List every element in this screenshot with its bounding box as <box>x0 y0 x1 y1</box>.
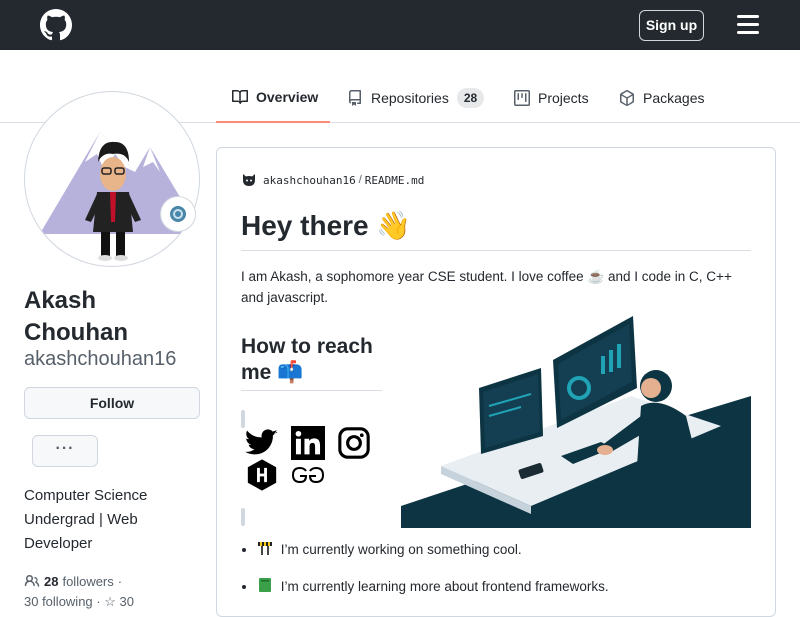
tab-repositories[interactable]: Repositories 28 <box>347 72 485 123</box>
book-icon <box>232 89 248 104</box>
readme-owner-link[interactable]: akashchouhan16 <box>263 174 356 187</box>
readme-title: Hey there 👋 <box>241 206 751 251</box>
follow-button[interactable]: Follow <box>24 387 200 419</box>
avatar-bitmoji-icon <box>25 132 199 266</box>
tab-label: Projects <box>538 89 589 106</box>
profile-name: Akash Chouhan <box>24 287 128 346</box>
repositories-count-badge: 28 <box>456 87 485 108</box>
readme-file-link[interactable]: README.md <box>365 174 425 187</box>
construction-icon <box>258 542 272 555</box>
tab-label: Packages <box>643 89 705 106</box>
followers-count: 28 <box>44 573 59 589</box>
tab-overview[interactable]: Overview <box>216 72 330 123</box>
following-link[interactable]: 30 following · ☆ 30 <box>24 594 134 610</box>
project-icon <box>514 89 530 106</box>
readme-intro: I am Akash, a sophomore year CSE student… <box>241 269 732 305</box>
hamburger-icon[interactable] <box>737 15 759 35</box>
followers-label: followers <box>62 573 114 589</box>
tab-projects[interactable]: Projects <box>514 72 589 123</box>
path-separator: / <box>358 174 362 186</box>
more-options-button[interactable]: ··· <box>32 435 98 467</box>
tab-label: Repositories <box>371 89 449 106</box>
list-item: I’m currently working on something cool. <box>257 540 757 560</box>
readme-card: akashchouhan16 / README.md Hey there 👋 I… <box>216 147 776 617</box>
tab-packages[interactable]: Packages <box>619 72 704 123</box>
package-icon <box>620 89 634 106</box>
readme-path: akashchouhan16 / README.md <box>241 172 424 188</box>
github-icon[interactable] <box>40 9 72 41</box>
reach-heading: How to reach me 📫 <box>241 334 382 391</box>
avatar[interactable] <box>24 91 200 267</box>
smiley-cat-icon <box>243 174 255 186</box>
list-item: I’m currently learning more about fronte… <box>257 577 757 597</box>
linkedin-icon[interactable] <box>291 426 325 460</box>
signup-button[interactable]: Sign up <box>639 10 704 41</box>
twitter-icon[interactable] <box>245 426 279 460</box>
followers-link[interactable]: 28 followers · <box>24 573 122 589</box>
header-bar: Sign up <box>0 0 800 50</box>
bullet-text: I’m currently working on something cool. <box>280 542 522 557</box>
instagram-icon[interactable] <box>337 426 371 460</box>
profile-username: akashchouhan16 <box>24 348 177 370</box>
bullet-text: I’m currently learning more about fronte… <box>280 579 609 594</box>
repo-icon <box>349 89 361 106</box>
geeksforgeeks-icon[interactable] <box>291 458 325 492</box>
people-icon <box>24 574 40 587</box>
developer-illustration <box>401 316 751 528</box>
readme-bullet-list: I’m currently working on something cool.… <box>257 540 757 614</box>
book-green-icon <box>259 578 271 592</box>
hackerrank-icon[interactable] <box>245 458 279 492</box>
profile-bio: Computer Science Undergrad | Web Develop… <box>24 487 148 552</box>
status-emoji-icon[interactable] <box>160 196 196 232</box>
followers-separator: · <box>117 573 123 589</box>
tab-label: Overview <box>256 88 319 105</box>
blockquote-marker <box>241 508 245 526</box>
